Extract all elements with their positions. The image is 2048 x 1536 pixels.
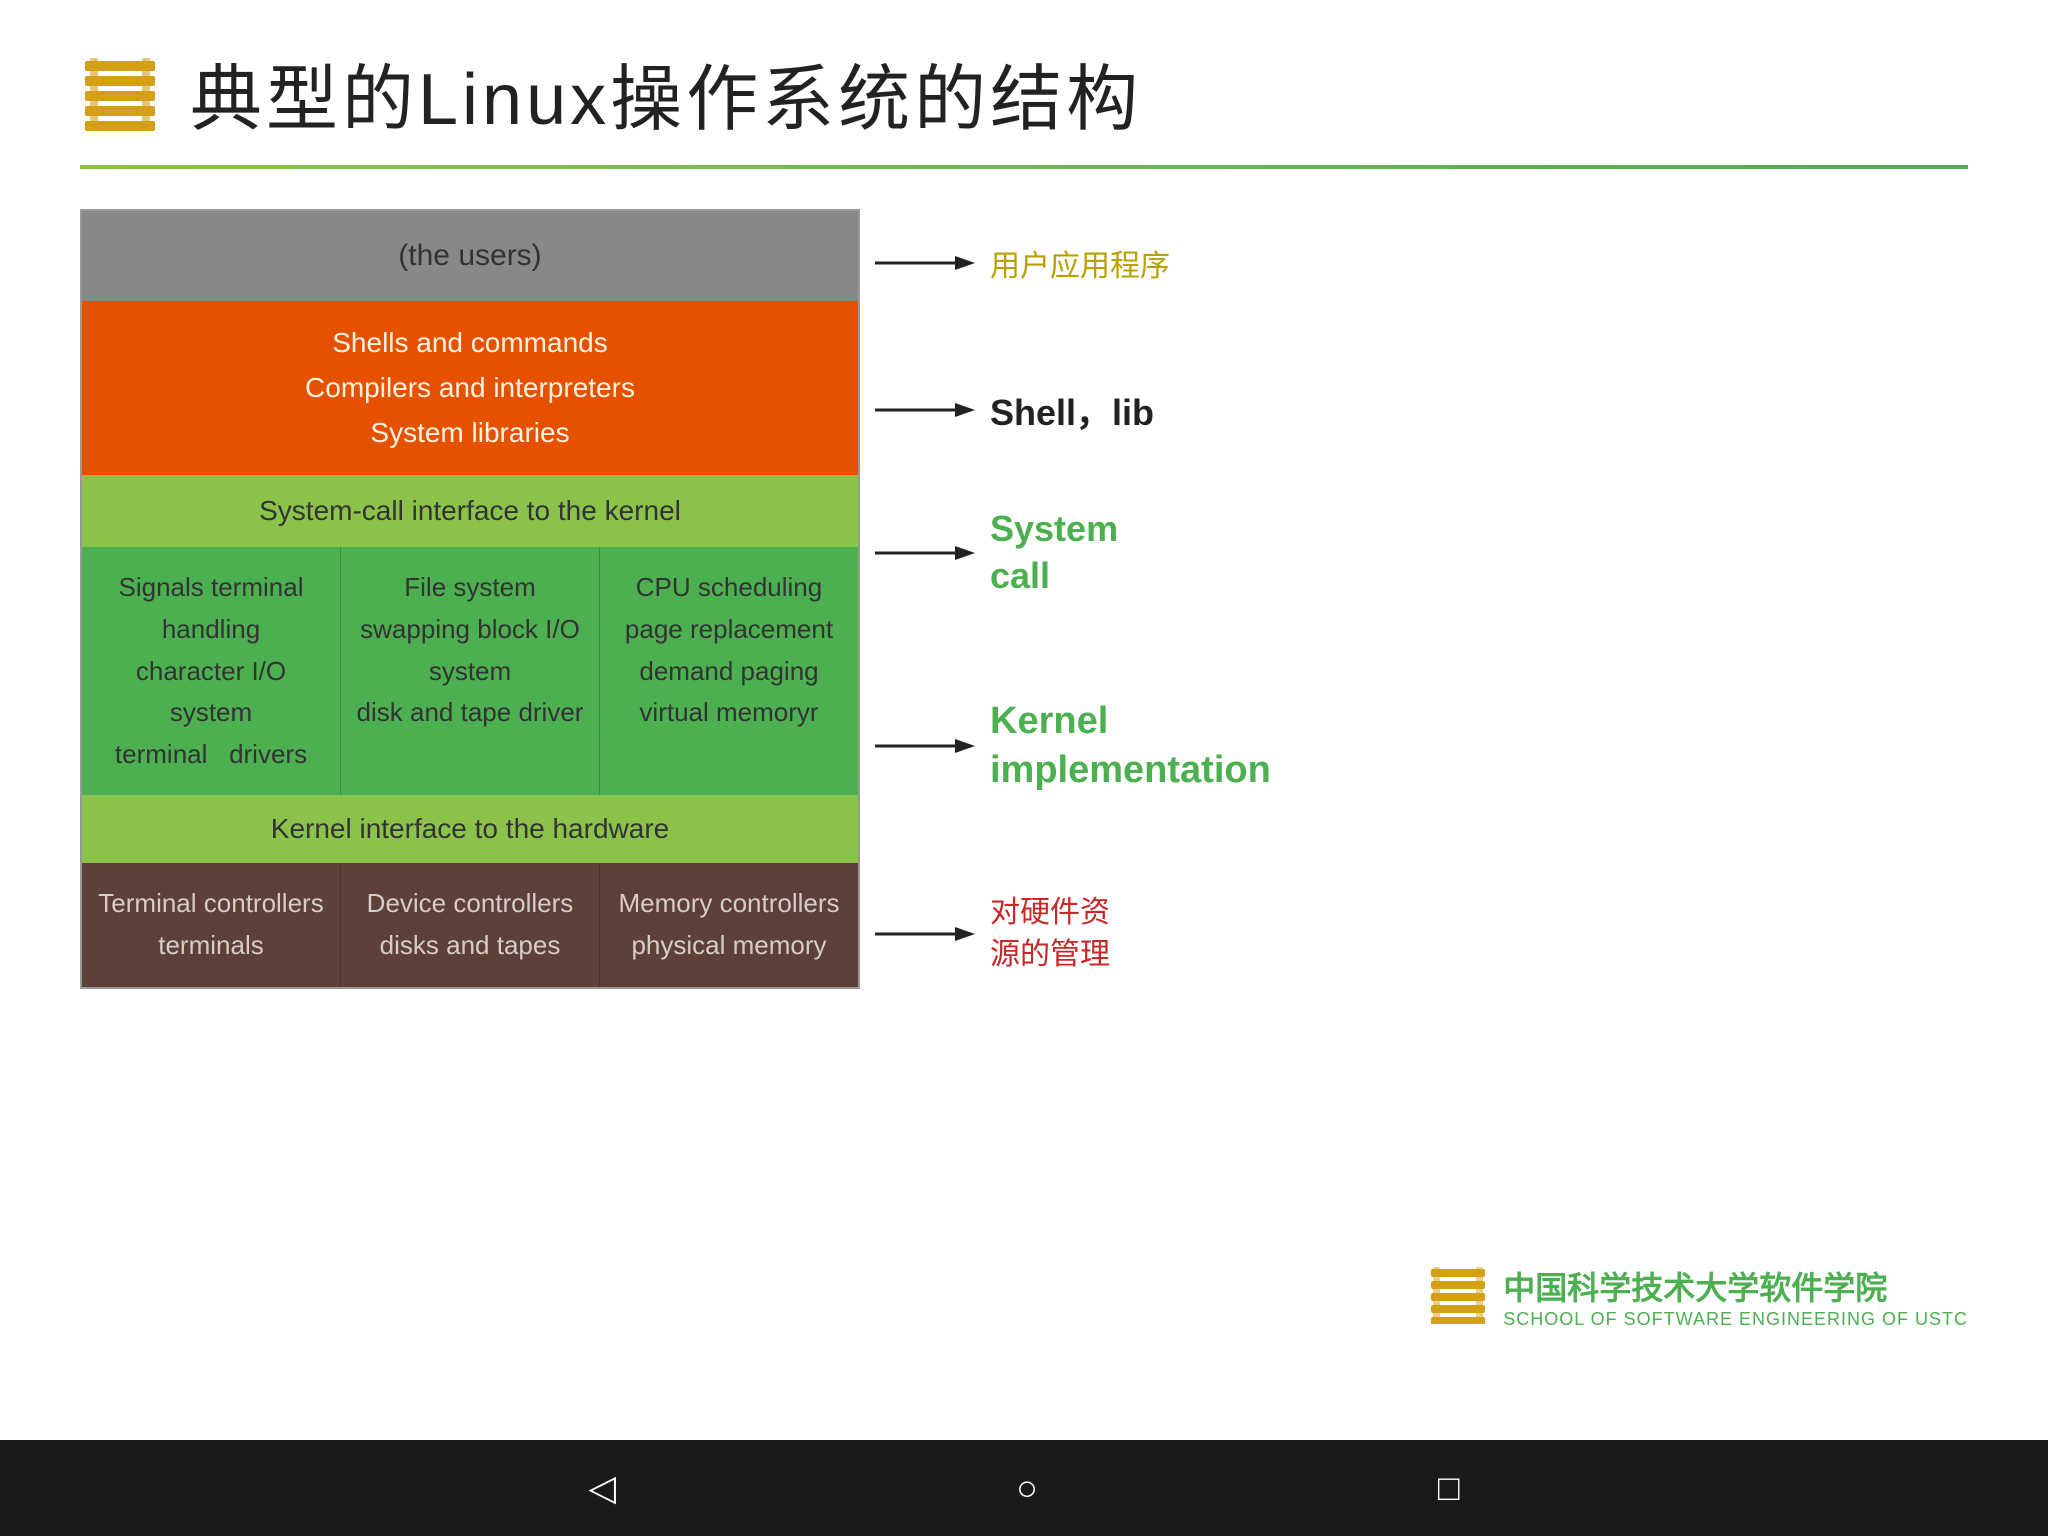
kernel-cell-0-l1: Signals terminal: [97, 567, 325, 609]
arrow-shell: [875, 395, 975, 425]
annotation-hw: 对硬件资源的管理: [875, 899, 1271, 969]
annotation-users-text: 用户应用程序: [990, 241, 1170, 285]
header: 典型的Linux操作系统的结构: [80, 40, 1968, 145]
kernel-cell-2-l2: page replacement: [615, 609, 843, 651]
controller-cell-2: Memory controllers physical memory: [600, 863, 858, 986]
syscall-layer: System-call interface to the kernel: [82, 475, 858, 547]
header-logo-icon: [80, 53, 160, 133]
back-button[interactable]: ◁: [588, 1467, 616, 1509]
ustc-sub: SCHOOL OF SOFTWARE ENGINEERING OF USTC: [1503, 1309, 1968, 1330]
annotation-kernel: Kernelimplementation: [875, 636, 1271, 856]
arrow-kernel: [875, 731, 975, 761]
annotation-kernel-text: Kernelimplementation: [990, 697, 1271, 796]
controller-2-l1: Memory controllers: [615, 883, 843, 925]
orange-line2: Compilers and interpreters: [92, 366, 848, 411]
home-button[interactable]: ○: [1016, 1467, 1038, 1509]
controller-0-l1: Terminal controllers: [97, 883, 325, 925]
kernel-cell-1-l2: swapping block I/O: [356, 609, 584, 651]
hw-interface-text: Kernel interface to the hardware: [271, 813, 669, 844]
annotation-users: 用户应用程序: [875, 219, 1271, 307]
controller-cell-1: Device controllers disks and tapes: [341, 863, 600, 986]
arrow-hw: [875, 919, 975, 949]
nav-bar: ◁ ○ □: [0, 1440, 2048, 1536]
ustc-logo: 中国科学技术大学软件学院 SCHOOL OF SOFTWARE ENGINEER…: [1428, 1263, 1968, 1330]
users-layer-text: (the users): [398, 239, 541, 272]
annotation-syscall-text: Systemcall: [990, 506, 1118, 600]
kernel-cell-2-l4: virtual memoryr: [615, 692, 843, 734]
arrow-syscall: [875, 538, 975, 568]
kernel-cell-1-l4: disk and tape driver: [356, 692, 584, 734]
annotation-shell-text: Shell，lib: [990, 384, 1154, 436]
kernel-cell-2-l1: CPU scheduling: [615, 567, 843, 609]
orange-line1: Shells and commands: [92, 321, 848, 366]
kernel-cell-0-l2: handling: [97, 609, 325, 651]
kernel-cell-0-l3: character I/O system: [97, 651, 325, 734]
main-content: (the users) Shells and commands Compiler…: [80, 209, 1968, 989]
controller-cell-0: Terminal controllers terminals: [82, 863, 341, 986]
ustc-logo-icon: [1428, 1264, 1488, 1329]
diagram: (the users) Shells and commands Compiler…: [80, 209, 860, 989]
os-structure-diagram: (the users) Shells and commands Compiler…: [80, 209, 860, 989]
right-annotations: 用户应用程序 Shell，lib Systemcall: [860, 209, 1271, 969]
annotation-shell: Shell，lib: [875, 350, 1271, 470]
orange-layer: Shells and commands Compilers and interp…: [82, 301, 858, 475]
kernel-layer: Signals terminal handling character I/O …: [82, 547, 858, 795]
recent-button[interactable]: □: [1438, 1467, 1460, 1509]
kernel-cell-1-l1: File system: [356, 567, 584, 609]
syscall-text: System-call interface to the kernel: [259, 495, 681, 526]
controllers-layer: Terminal controllers terminals Device co…: [82, 863, 858, 986]
controller-1-l1: Device controllers: [356, 883, 584, 925]
page-title: 典型的Linux操作系统的结构: [190, 40, 1142, 145]
annotation-syscall: Systemcall: [875, 513, 1271, 593]
annotation-hw-text: 对硬件资源的管理: [990, 892, 1110, 976]
kernel-cell-2-l3: demand paging: [615, 651, 843, 693]
kernel-cell-1-l3: system: [356, 651, 584, 693]
arrow-users: [875, 248, 975, 278]
ustc-name: 中国科学技术大学软件学院: [1503, 1263, 1968, 1309]
orange-line3: System libraries: [92, 411, 848, 456]
controller-2-l2: physical memory: [615, 925, 843, 967]
hw-interface-layer: Kernel interface to the hardware: [82, 795, 858, 863]
header-divider: [80, 165, 1968, 169]
slide: 典型的Linux操作系统的结构 (the users) Shells and c…: [0, 0, 2048, 1440]
kernel-cell-0-l4: terminal drivers: [97, 734, 325, 776]
users-layer: (the users): [82, 211, 858, 301]
kernel-cell-1: File system swapping block I/O system di…: [341, 547, 600, 795]
ustc-logo-text: 中国科学技术大学软件学院 SCHOOL OF SOFTWARE ENGINEER…: [1503, 1263, 1968, 1330]
controller-1-l2: disks and tapes: [356, 925, 584, 967]
controller-0-l2: terminals: [97, 925, 325, 967]
kernel-cell-0: Signals terminal handling character I/O …: [82, 547, 341, 795]
kernel-cell-2: CPU scheduling page replacement demand p…: [600, 547, 858, 795]
